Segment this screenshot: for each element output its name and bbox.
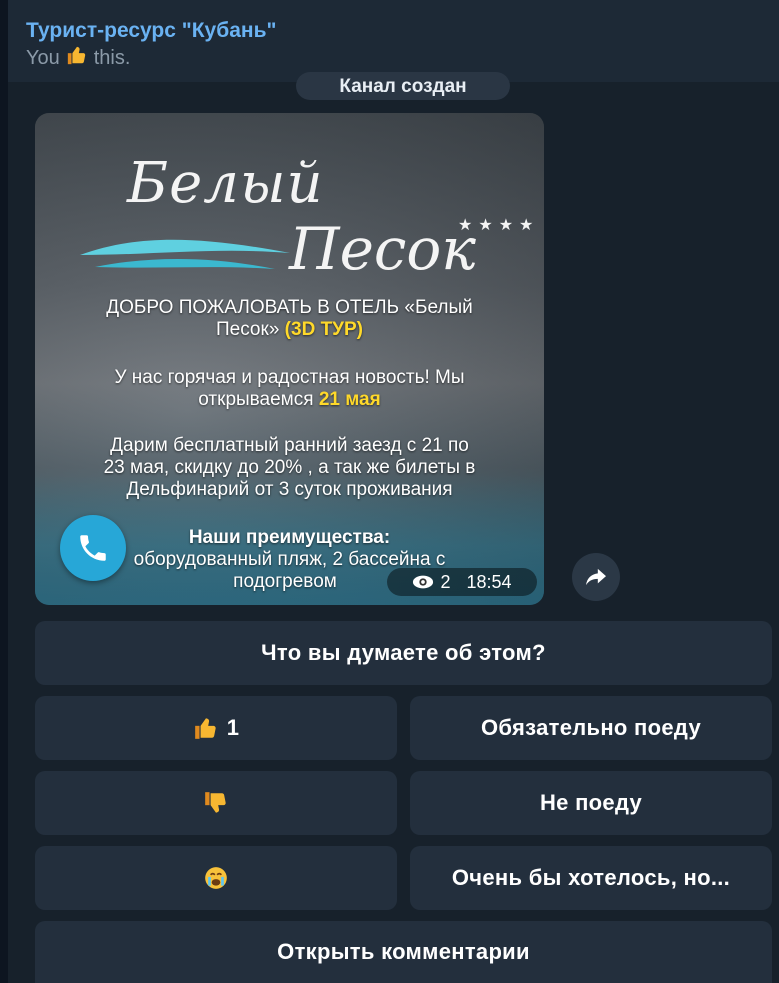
view-count: 2 xyxy=(440,571,451,592)
channel-title[interactable]: Турист-ресурс "Кубань" xyxy=(26,18,779,44)
logo-word-belyi: Белый xyxy=(127,151,324,216)
open-comments-button[interactable]: Открыть комментарии xyxy=(35,921,772,983)
eye-icon xyxy=(413,575,434,589)
post-text-line: Песок» (3D ТУР) xyxy=(35,319,544,341)
like-reaction-button[interactable]: 1 xyxy=(35,696,397,760)
post-text-line: 23 мая, скидку до 20% , а так же билеты … xyxy=(103,457,476,478)
option-wish-button[interactable]: Очень бы хотелось, но... xyxy=(410,846,772,910)
telegram-channel-view: Турист-ресурс "Кубань" You this. Канал с… xyxy=(8,0,779,983)
phone-icon xyxy=(80,535,106,561)
post-text-fragment: Песок» xyxy=(216,319,280,340)
hotel-logo: Белый ★★★★ Песок xyxy=(75,143,535,293)
wave-icon xyxy=(80,239,290,269)
crying-face-icon xyxy=(203,865,229,891)
post-text-line: Дельфинарий от 3 суток проживания xyxy=(126,479,453,500)
like-count: 1 xyxy=(226,715,240,740)
thumbs-up-icon xyxy=(66,44,88,72)
post-text-line: У нас горячая и радостная новость! Мы xyxy=(114,367,465,388)
thumbs-up-icon xyxy=(193,715,219,741)
service-message: Канал создан xyxy=(296,72,510,100)
share-button[interactable] xyxy=(572,553,620,601)
post-meta: 2 18:54 xyxy=(387,568,537,596)
status-suffix: this. xyxy=(93,47,131,69)
call-button[interactable] xyxy=(60,515,126,581)
share-arrow-icon xyxy=(586,568,606,586)
post-time: 18:54 xyxy=(466,571,512,592)
option-go-button[interactable]: Обязательно поеду xyxy=(410,696,772,760)
dislike-reaction-button[interactable] xyxy=(35,771,397,835)
status-you: You xyxy=(26,47,60,69)
thumbs-down-icon xyxy=(203,790,229,816)
question-button[interactable]: Что вы думаете об этом? xyxy=(35,621,772,685)
post-text-line: ДОБРО ПОЖАЛОВАТЬ В ОТЕЛЬ «Белый xyxy=(106,297,473,318)
channel-post[interactable]: Белый ★★★★ Песок ДОБРО ПОЖАЛОВАТЬ В ОТЕЛ… xyxy=(35,113,544,605)
post-text-fragment: открываемся xyxy=(198,389,314,410)
option-not-go-button[interactable]: Не поеду xyxy=(410,771,772,835)
crying-reaction-button[interactable] xyxy=(35,846,397,910)
reaction-status: You this. xyxy=(26,44,779,72)
post-text-line: открываемся 21 мая xyxy=(35,389,544,411)
post-text-highlight: (3D ТУР) xyxy=(284,319,363,340)
post-text-highlight: 21 мая xyxy=(318,389,381,410)
post-text-line: Дарим бесплатный ранний заезд с 21 по xyxy=(110,435,469,456)
chat-header[interactable]: Турист-ресурс "Кубань" You this. xyxy=(8,0,779,82)
logo-word-pesok: Песок xyxy=(289,215,476,283)
